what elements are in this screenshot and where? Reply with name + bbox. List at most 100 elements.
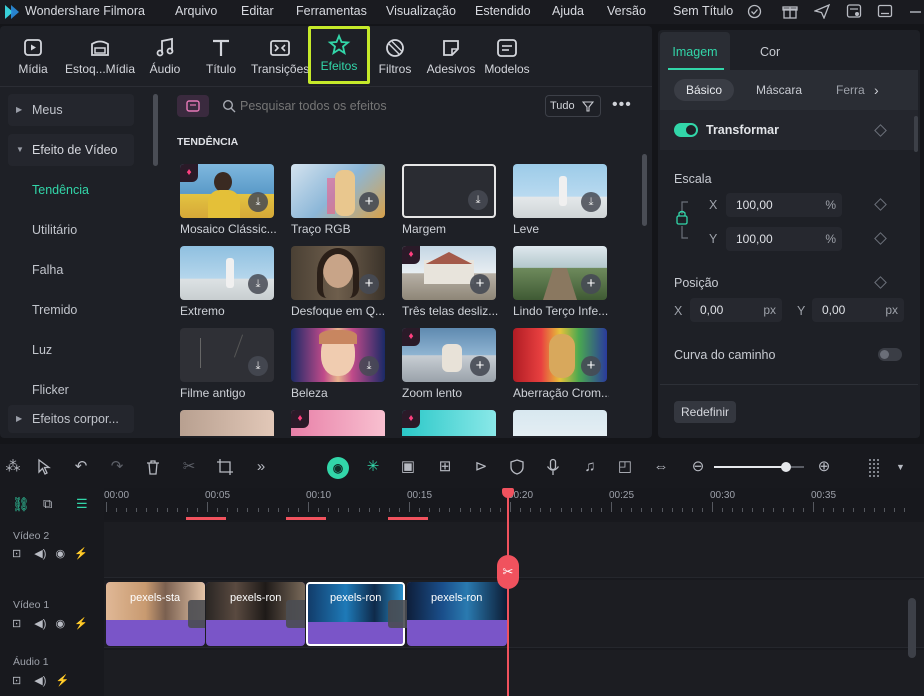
search-input[interactable] [240, 96, 530, 116]
undo-icon[interactable]: ↶ [72, 458, 90, 476]
menu-editar[interactable]: Editar [241, 4, 274, 18]
subtab-basic[interactable]: Básico [674, 79, 734, 101]
magic-icon[interactable]: ⚡ [55, 675, 69, 687]
tab-stickers[interactable]: Adesivos [422, 30, 480, 82]
audio-track-icon[interactable]: ♫ [581, 458, 599, 476]
effects-scrollbar[interactable] [642, 154, 647, 226]
effect-card[interactable]: ♦ + Três telas desliz... [402, 246, 502, 326]
timeline-scrollbar[interactable] [908, 598, 916, 658]
account-icon[interactable] [846, 3, 862, 19]
add-icon[interactable]: + [581, 356, 601, 376]
add-icon[interactable]: + [470, 356, 490, 376]
tab-stock-media[interactable]: Estoq...Mídia [62, 30, 138, 82]
menu-ferramentas[interactable]: Ferramentas [296, 4, 367, 18]
crop-icon[interactable] [216, 458, 234, 476]
reset-button[interactable]: Redefinir [674, 401, 736, 423]
delete-icon[interactable] [144, 458, 162, 476]
video-clip[interactable]: pexels-ron [407, 582, 507, 646]
menu-estendido[interactable]: Estendido [475, 4, 531, 18]
transform-toggle[interactable] [674, 123, 698, 137]
sidebar-item-tendencia[interactable]: Tendência [8, 174, 134, 206]
sidebar-item-corporate-effects[interactable]: ▶ Efeitos corpor... [8, 405, 134, 433]
select-cursor-icon[interactable] [36, 458, 54, 476]
sidebar-item-falha[interactable]: Falha [8, 254, 134, 286]
properties-scrollbar[interactable] [914, 116, 918, 152]
auto-reframe-icon[interactable]: ▣ [399, 458, 417, 476]
download-icon[interactable]: ⤓ [248, 192, 268, 212]
add-icon[interactable]: + [359, 192, 379, 212]
effect-thumbnail[interactable] [180, 410, 274, 436]
effect-thumbnail[interactable] [513, 410, 607, 436]
fit-icon[interactable]: ⇔ [652, 458, 670, 476]
effect-card[interactable]: + Aberração Crom... [513, 328, 613, 408]
menu-ajuda[interactable]: Ajuda [552, 4, 584, 18]
play-circle-icon[interactable]: ⊳ [472, 458, 490, 476]
effect-card[interactable]: ⤓ Beleza [291, 328, 391, 408]
tab-filters[interactable]: Filtros [366, 30, 424, 82]
chevron-right-icon[interactable]: › [874, 82, 879, 98]
scissors-icon[interactable]: ✂ [180, 458, 198, 476]
position-y-field[interactable]: 0,00 px [812, 298, 904, 322]
effect-thumbnail[interactable]: ♦ [291, 410, 385, 436]
zoom-in-icon[interactable]: ⊕ [815, 458, 833, 476]
subtab-tools[interactable]: Ferra [836, 83, 866, 97]
tab-effects[interactable]: Efeitos [308, 26, 370, 84]
sidebar-item-flicker[interactable]: Flicker [8, 374, 134, 406]
tab-transitions[interactable]: Transições [251, 30, 309, 82]
speaker-icon[interactable]: ◀) [34, 675, 46, 687]
menu-versao[interactable]: Versão [607, 4, 646, 18]
video-clip[interactable]: pexels-sta [106, 582, 205, 646]
redo-icon[interactable]: ↷ [108, 458, 126, 476]
effect-card[interactable]: ⤓ Leve [513, 164, 613, 244]
tab-audio[interactable]: Áudio [136, 30, 194, 82]
track-layout-icon[interactable]: ☰ [76, 496, 88, 512]
add-media-icon[interactable]: ⊞ [436, 458, 454, 476]
magic-icon[interactable]: ⚡ [74, 618, 88, 630]
chevron-down-icon[interactable]: ▼ [896, 462, 905, 472]
send-icon[interactable] [814, 3, 830, 19]
smart-cut-icon[interactable]: ✳ [364, 458, 382, 476]
scale-x-field[interactable]: 100,00 % [726, 193, 842, 217]
lock-icon[interactable]: ⊡ [12, 675, 21, 687]
shield-icon[interactable] [508, 458, 526, 476]
effect-card[interactable]: ♦ ⤓ Mosaico Clássic... [180, 164, 280, 244]
effect-card[interactable]: ♦ + Zoom lento [402, 328, 502, 408]
sidebar-item-utilitario[interactable]: Utilitário [8, 214, 134, 246]
microphone-icon[interactable] [544, 458, 562, 476]
tab-title[interactable]: Título [192, 30, 250, 82]
video-clip[interactable]: pexels-ron [206, 582, 305, 646]
zoom-slider-thumb[interactable] [781, 462, 791, 472]
position-x-field[interactable]: 0,00 px [690, 298, 782, 322]
effect-card[interactable]: ⤓ Extremo [180, 246, 280, 326]
sidebar-item-luz[interactable]: Luz [8, 334, 134, 366]
tab-media[interactable]: Mídia [4, 30, 62, 82]
layout-icon[interactable] [877, 3, 893, 19]
download-icon[interactable]: ⤓ [359, 356, 379, 376]
filter-all-button[interactable]: Tudo [545, 95, 601, 117]
split-scissors-button[interactable]: ✂ [497, 555, 519, 589]
check-circle-icon[interactable] [747, 4, 762, 19]
subtab-mask[interactable]: Máscara [756, 83, 802, 97]
scale-y-field[interactable]: 100,00 % [726, 227, 842, 251]
magic-icon[interactable]: ⚡ [74, 548, 88, 560]
zoom-slider[interactable] [714, 462, 804, 472]
effect-card[interactable]: + Traço RGB [291, 164, 391, 244]
sidebar-item-tremido[interactable]: Tremido [8, 294, 134, 326]
tab-color[interactable]: Cor [760, 45, 780, 59]
layout-grid-icon[interactable]: ⁂ [4, 458, 22, 476]
effect-card[interactable]: ⤓ Margem [402, 164, 502, 244]
download-icon[interactable]: ⤓ [248, 274, 268, 294]
transition-marker[interactable] [188, 600, 205, 628]
sidebar-item-video-effect[interactable]: ▼ Efeito de Vídeo [8, 134, 134, 166]
menu-arquivo[interactable]: Arquivo [175, 4, 217, 18]
effect-thumbnail[interactable]: ♦ [402, 410, 496, 436]
add-icon[interactable]: + [581, 274, 601, 294]
tab-templates[interactable]: Modelos [478, 30, 536, 82]
download-icon[interactable]: ⤓ [581, 192, 601, 212]
menu-visualizacao[interactable]: Visualização [386, 4, 456, 18]
tab-image[interactable]: Imagem [660, 32, 730, 70]
lock-icon[interactable]: ⊡ [12, 618, 21, 630]
add-icon[interactable]: + [359, 274, 379, 294]
lock-aspect-icon[interactable] [674, 198, 696, 242]
download-icon[interactable]: ⤓ [468, 190, 488, 210]
